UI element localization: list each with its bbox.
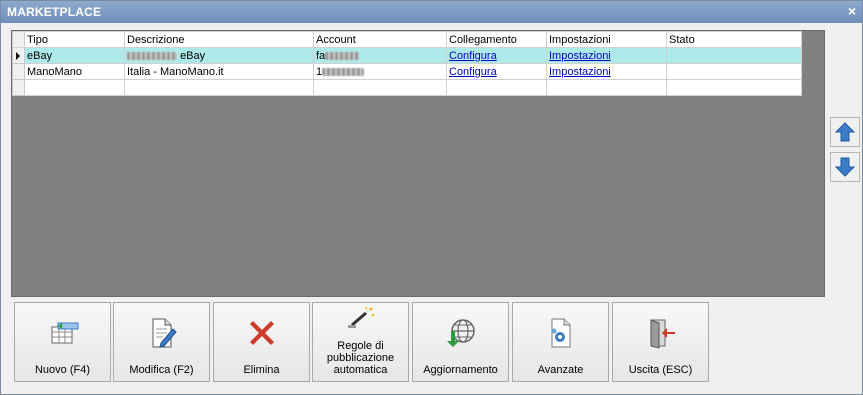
regole-pubblicazione-button[interactable]: Regole di pubblicazione automatica bbox=[312, 302, 409, 382]
close-icon[interactable]: × bbox=[848, 3, 856, 19]
marketplace-grid: Tipo Descrizione Account Collegamento Im… bbox=[11, 30, 825, 297]
document-gear-icon bbox=[513, 317, 608, 351]
table-row[interactable]: eBay eBay fa Configura Impostazioni bbox=[12, 47, 802, 64]
redacted-text bbox=[325, 51, 360, 60]
empty-cell[interactable] bbox=[666, 79, 802, 96]
nuovo-button[interactable]: Nuovo (F4) bbox=[14, 302, 111, 382]
row-indicator bbox=[12, 63, 25, 80]
aggiornamento-label: Aggiornamento bbox=[423, 364, 498, 376]
column-header-collegamento[interactable]: Collegamento bbox=[446, 31, 547, 48]
move-up-button[interactable] bbox=[830, 117, 860, 147]
current-row-arrow-icon bbox=[16, 51, 20, 60]
uscita-label: Uscita (ESC) bbox=[628, 364, 693, 376]
cell-descrizione-text: eBay bbox=[180, 49, 206, 62]
table-row[interactable]: ManoMano Italia - ManoMano.it 1 Configur… bbox=[12, 63, 802, 80]
empty-cell[interactable] bbox=[124, 79, 314, 96]
cell-tipo[interactable]: eBay bbox=[24, 47, 125, 64]
column-header-impostazioni[interactable]: Impostazioni bbox=[546, 31, 667, 48]
globe-download-icon bbox=[413, 317, 508, 351]
nuovo-label: Nuovo (F4) bbox=[34, 364, 91, 376]
uscita-button[interactable]: Uscita (ESC) bbox=[612, 302, 709, 382]
title-bar: MARKETPLACE × bbox=[1, 1, 862, 23]
marketplace-window: MARKETPLACE × Tipo Descrizione Account C… bbox=[0, 0, 863, 395]
column-header-account[interactable]: Account bbox=[313, 31, 447, 48]
column-header-tipo[interactable]: Tipo bbox=[24, 31, 125, 48]
regole-label-line3: automatica bbox=[333, 364, 388, 376]
cell-collegamento[interactable]: Configura bbox=[446, 63, 547, 80]
cell-descrizione[interactable]: eBay bbox=[124, 47, 314, 64]
row-indicator bbox=[12, 79, 25, 96]
cell-account[interactable]: fa bbox=[313, 47, 447, 64]
edit-document-icon bbox=[114, 317, 209, 351]
arrow-up-icon bbox=[834, 122, 856, 142]
new-record-icon bbox=[15, 317, 110, 351]
elimina-label: Elimina bbox=[243, 364, 280, 376]
cell-descrizione[interactable]: Italia - ManoMano.it bbox=[124, 63, 314, 80]
configura-link[interactable]: Configura bbox=[449, 50, 497, 62]
modifica-button[interactable]: Modifica (F2) bbox=[113, 302, 210, 382]
empty-cell[interactable] bbox=[546, 79, 667, 96]
redacted-text bbox=[127, 51, 177, 60]
move-down-button[interactable] bbox=[830, 152, 860, 182]
avanzate-button[interactable]: Avanzate bbox=[512, 302, 609, 382]
cell-impostazioni[interactable]: Impostazioni bbox=[546, 47, 667, 64]
column-header-stato[interactable]: Stato bbox=[666, 31, 802, 48]
cell-impostazioni[interactable]: Impostazioni bbox=[546, 63, 667, 80]
empty-cell[interactable] bbox=[446, 79, 547, 96]
arrow-down-icon bbox=[834, 157, 856, 177]
magic-wand-icon bbox=[313, 307, 408, 341]
aggiornamento-button[interactable]: Aggiornamento bbox=[412, 302, 509, 382]
impostazioni-link[interactable]: Impostazioni bbox=[549, 66, 611, 78]
cell-stato[interactable] bbox=[666, 63, 802, 80]
modifica-label: Modifica (F2) bbox=[129, 364, 194, 376]
row-indicator bbox=[12, 47, 25, 64]
regole-label: Regole di pubblicazione automatica bbox=[315, 340, 406, 376]
row-indicator-header bbox=[12, 31, 25, 48]
cell-account-text: fa bbox=[316, 49, 326, 62]
window-title: MARKETPLACE bbox=[7, 5, 102, 19]
cell-collegamento[interactable]: Configura bbox=[446, 47, 547, 64]
regole-label-line1: Regole di bbox=[337, 340, 384, 352]
configura-link[interactable]: Configura bbox=[449, 66, 497, 78]
empty-cell[interactable] bbox=[24, 79, 125, 96]
table-header: Tipo Descrizione Account Collegamento Im… bbox=[12, 31, 802, 48]
elimina-button[interactable]: Elimina bbox=[213, 302, 310, 382]
new-row[interactable] bbox=[12, 79, 802, 96]
avanzate-label: Avanzate bbox=[537, 364, 584, 376]
regole-label-line2: pubblicazione bbox=[326, 352, 395, 364]
cell-stato[interactable] bbox=[666, 47, 802, 64]
redacted-text bbox=[322, 67, 365, 76]
cell-tipo[interactable]: ManoMano bbox=[24, 63, 125, 80]
delete-x-icon bbox=[214, 317, 309, 351]
cell-account[interactable]: 1 bbox=[313, 63, 447, 80]
empty-cell[interactable] bbox=[313, 79, 447, 96]
exit-door-icon bbox=[613, 317, 708, 351]
marketplace-table: Tipo Descrizione Account Collegamento Im… bbox=[12, 31, 802, 96]
impostazioni-link[interactable]: Impostazioni bbox=[549, 50, 611, 62]
column-header-descrizione[interactable]: Descrizione bbox=[124, 31, 314, 48]
